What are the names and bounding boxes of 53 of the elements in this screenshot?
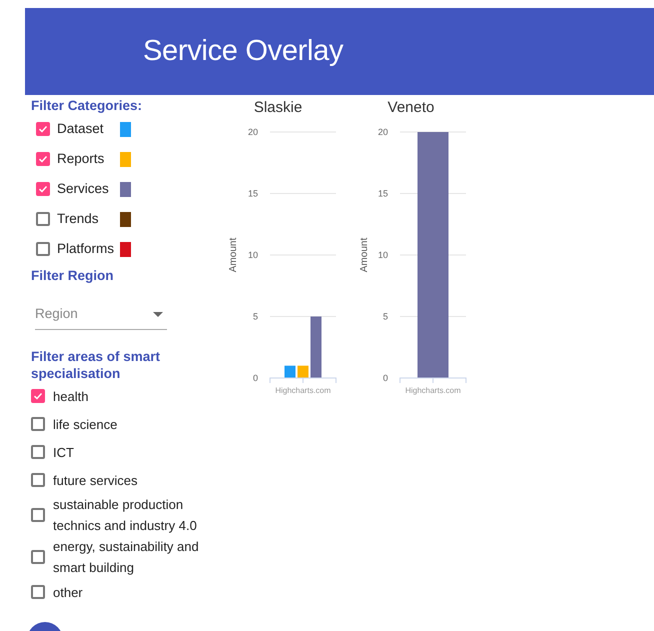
checkbox-label: Services	[57, 180, 110, 198]
checkbox[interactable]	[36, 152, 50, 166]
checkbox[interactable]	[36, 182, 50, 196]
credit-link[interactable]: Highcharts.com	[275, 386, 331, 395]
bar	[298, 366, 308, 378]
checkbox-label: Reports	[57, 150, 106, 168]
axis-tick-label: 5	[382, 312, 388, 322]
checkbox[interactable]	[36, 242, 50, 256]
checkbox[interactable]	[36, 212, 50, 226]
checkbox-label: ICT	[53, 444, 75, 462]
checkbox-label: life science	[53, 416, 118, 434]
checkbox[interactable]	[31, 445, 45, 460]
credit-link[interactable]: Highcharts.com	[405, 386, 461, 395]
checkbox[interactable]	[31, 473, 45, 488]
section-heading: Filter areas of smart specialisation	[31, 348, 162, 382]
caret-icon	[153, 312, 163, 317]
check-icon	[33, 391, 43, 402]
checkbox-label: Dataset	[57, 120, 105, 138]
checkbox-label: Platforms	[57, 240, 116, 258]
app-title: Service Overlay	[143, 34, 344, 69]
chart-title: Veneto	[388, 99, 434, 116]
axis-tick-label: 10	[248, 250, 258, 260]
checkbox[interactable]	[31, 508, 45, 522]
section-heading: Filter Categories:	[31, 97, 144, 114]
axis-tick-label: 15	[378, 188, 388, 198]
axis-title: Amount	[228, 238, 239, 272]
axis-tick-label: 0	[252, 373, 258, 383]
check-icon	[38, 124, 48, 134]
checkbox-label: other	[53, 584, 84, 602]
checkbox[interactable]	[31, 417, 45, 432]
axis-title: Amount	[359, 238, 370, 272]
checkbox[interactable]	[31, 585, 45, 600]
checkbox-label: future services	[53, 472, 139, 490]
bar	[284, 366, 296, 378]
checkbox[interactable]	[36, 122, 50, 136]
axis-tick-label: 10	[378, 250, 388, 260]
region-dropdown[interactable]: Region	[35, 300, 167, 330]
checkbox-label: health	[53, 388, 90, 406]
bar	[310, 316, 322, 378]
axis-tick-label: 15	[248, 188, 258, 198]
axis-tick-label: 0	[382, 373, 388, 383]
check-icon	[38, 184, 48, 194]
section-heading: Filter Region	[31, 267, 115, 284]
check-icon	[38, 154, 48, 164]
chart-title: Slaskie	[254, 99, 302, 116]
axis-tick-label: 20	[378, 127, 388, 137]
checkbox[interactable]	[31, 550, 45, 564]
checkbox-label: Trends	[57, 210, 100, 228]
axis-tick-label: 5	[252, 312, 258, 322]
x-axis	[270, 378, 336, 384]
checkbox[interactable]	[31, 389, 45, 404]
axis-tick-label: 20	[248, 127, 258, 137]
x-axis	[400, 378, 466, 384]
